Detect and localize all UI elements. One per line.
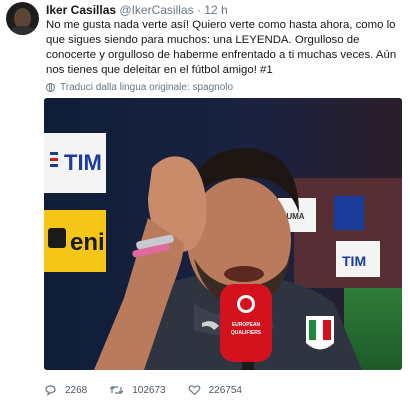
avatar[interactable]: [6, 2, 39, 35]
mic-text-2: QUALIFIERS: [231, 330, 262, 336]
tweet-header: Iker Casillas @IkerCasillas · 12 h: [46, 3, 228, 17]
heart-icon: [188, 385, 200, 396]
translate-label: Traduci dalla lingua originale: spagnolo: [60, 82, 234, 93]
user-handle[interactable]: @IkerCasillas: [119, 3, 193, 17]
like-count: 226754: [208, 384, 242, 396]
sponsor-board-eni: eni: [44, 210, 106, 272]
reply-count: 2268: [65, 384, 88, 396]
tweet-text: No me gusta nada verte así! Quiero verte…: [46, 19, 397, 76]
user-name[interactable]: Iker Casillas: [46, 3, 116, 17]
microphone: EUROPEAN QUALIFIERS: [220, 284, 272, 370]
board-text-tim: TIM: [64, 150, 102, 175]
tweet-photo[interactable]: TIM eni TIM PUMA EUROPEAN QUALIFIERS: [44, 98, 402, 370]
avatar-face: [14, 8, 31, 28]
retweet-action[interactable]: 102673: [109, 384, 166, 396]
tweet-card: Iker Casillas @IkerCasillas · 12 h No me…: [0, 0, 410, 400]
translate-link[interactable]: Traduci dalla lingua originale: spagnolo: [46, 82, 233, 93]
sponsor-board-tim-right: TIM: [336, 241, 380, 277]
retweet-icon: [109, 386, 124, 394]
tweet-timestamp[interactable]: 12 h: [204, 3, 227, 17]
board-text-eni: eni: [70, 229, 105, 256]
like-action[interactable]: 226754: [188, 384, 242, 396]
reply-icon: [45, 385, 56, 396]
italy-crest: [306, 316, 334, 350]
board-text-tim-right: TIM: [342, 253, 366, 269]
photo-illustration: TIM eni TIM PUMA EUROPEAN QUALIFIERS: [44, 98, 402, 370]
header-separator: ·: [196, 3, 201, 17]
sponsor-board-tim: TIM: [44, 133, 106, 193]
mic-text-1: EUROPEAN: [232, 322, 261, 328]
avatar-shoulders: [8, 26, 37, 35]
reply-action[interactable]: 2268: [44, 384, 87, 396]
tweet-actions: 2268 102673 226754: [44, 384, 264, 396]
globe-icon: [46, 83, 55, 92]
retweet-count: 102673: [132, 384, 166, 396]
